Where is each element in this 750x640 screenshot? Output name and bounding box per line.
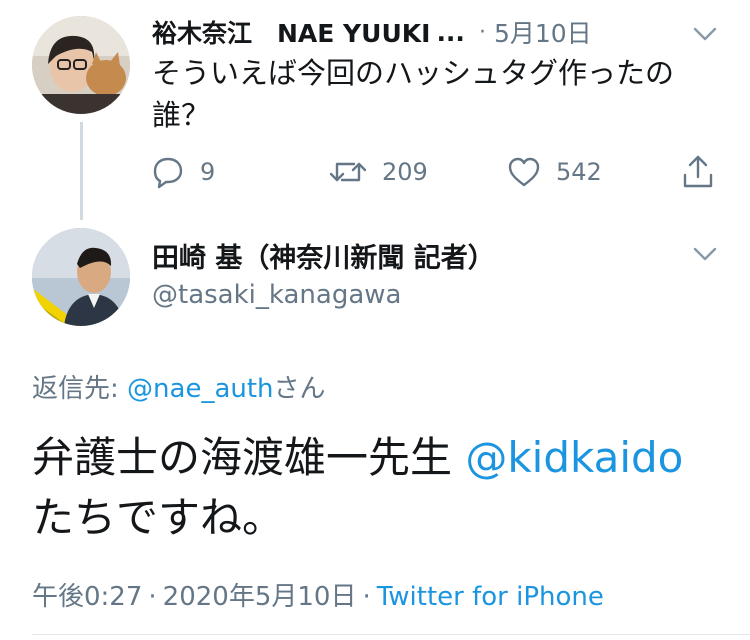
reply-to-suffix: さん — [273, 374, 326, 404]
chevron-down-icon[interactable] — [692, 244, 718, 264]
tweet1-text-line2: 誰？ — [152, 98, 211, 132]
tweet2-meta: 午後0:27 · 2020年5月10日 · Twitter for iPhone — [32, 576, 604, 613]
like-icon — [506, 154, 542, 190]
tweet1-text-line1: そういえば今回のハッシュタグ作ったの — [152, 56, 675, 90]
tweet1-actions: 9 209 542 — [150, 150, 725, 194]
tweet2-text: 弁護士の海渡雄一先生 @kidkaido たちですね。 — [32, 428, 732, 548]
avatar-nae-yuuki[interactable] — [32, 16, 130, 114]
tweet1-separator: · — [478, 19, 486, 45]
chevron-down-icon[interactable] — [692, 24, 718, 44]
like-count: 542 — [556, 158, 602, 186]
avatar-tasaki[interactable] — [32, 228, 130, 326]
share-icon — [680, 153, 716, 191]
retweet-icon — [328, 154, 368, 190]
tweet2-text-part2: たちですね。 — [32, 493, 285, 542]
tweet2-text-part1: 弁護士の海渡雄一先生 — [32, 433, 466, 482]
thread-line — [80, 122, 83, 220]
tweet2-author-name[interactable]: 田崎 基（神奈川新聞 記者） — [152, 236, 495, 275]
tweet2-date[interactable]: 2020年5月10日 — [163, 582, 357, 612]
tweet1-name-ellipsis: ... — [436, 17, 465, 47]
tweet2-author-handle[interactable]: @tasaki_kanagawa — [152, 280, 401, 310]
tweet1-header: 裕木奈江 NAE YUUKI ... · 5月10日 — [152, 14, 742, 50]
meta-separator: · — [362, 582, 371, 612]
reply-icon — [150, 154, 186, 190]
tweet-thread: 裕木奈江 NAE YUUKI ... · 5月10日 そういえば今回のハッシュタ… — [0, 0, 750, 640]
tweet1-text: そういえば今回のハッシュタグ作ったの 誰？ — [152, 52, 712, 136]
meta-separator: · — [148, 582, 157, 612]
tweet2-mention-link[interactable]: @kidkaido — [465, 433, 683, 482]
reply-to-mention[interactable]: @nae_auth — [127, 374, 274, 404]
tweet1-date[interactable]: 5月10日 — [494, 14, 592, 50]
reply-count: 9 — [200, 158, 216, 186]
retweet-count: 209 — [382, 158, 428, 186]
reply-to-label: 返信先: — [32, 374, 128, 404]
reply-to-line: 返信先: @nae_authさん — [32, 368, 326, 405]
tweet1-author-name[interactable]: 裕木奈江 NAE YUUKI — [152, 14, 430, 50]
reply-button[interactable]: 9 — [150, 150, 215, 194]
like-button[interactable]: 542 — [506, 150, 602, 194]
tweet2-time[interactable]: 午後0:27 — [32, 582, 142, 612]
divider — [32, 634, 750, 635]
tweet2-source-link[interactable]: Twitter for iPhone — [377, 582, 604, 612]
share-button[interactable] — [680, 150, 716, 194]
retweet-button[interactable]: 209 — [328, 150, 428, 194]
